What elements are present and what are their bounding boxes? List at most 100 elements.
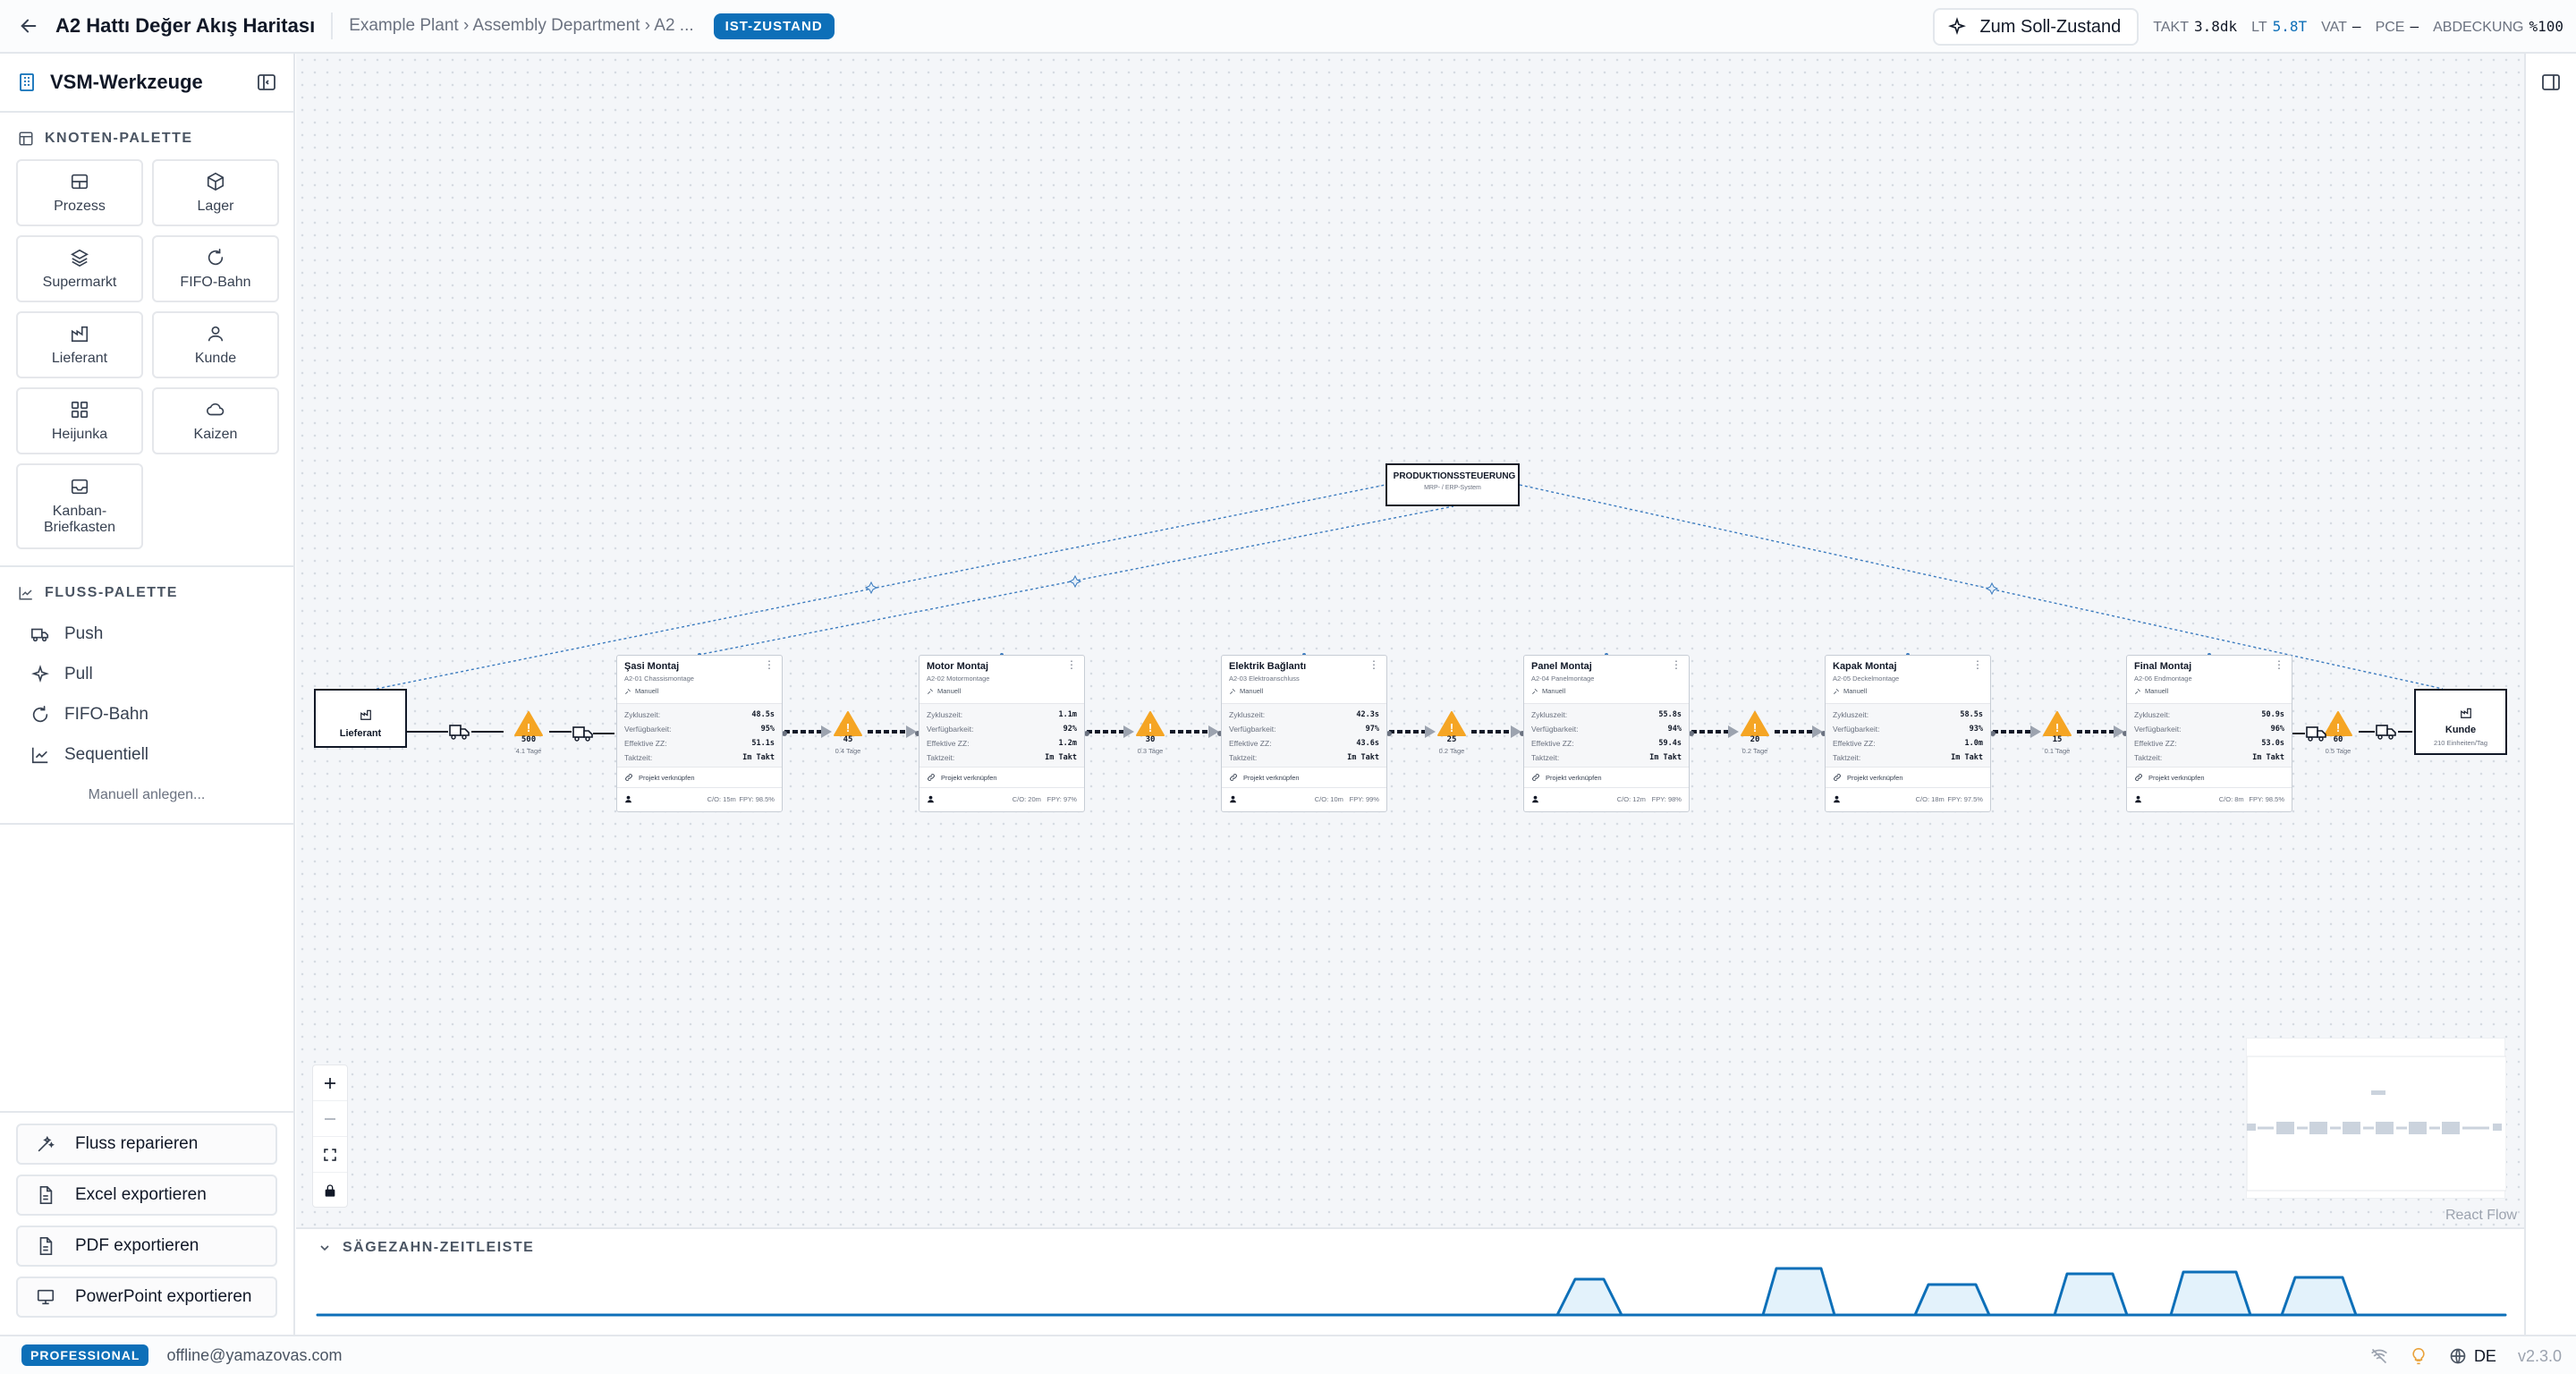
process-code: A2-06 Endmontage — [2134, 674, 2192, 683]
inventory-label: 15 0.1 Tage — [2030, 735, 2084, 755]
metric-pce: PCE — — [2375, 18, 2419, 35]
process-menu-icon[interactable]: ⋮ — [1368, 659, 1379, 670]
process-card[interactable]: Elektrik Bağlantı A2-03 Elektroanschluss… — [1221, 655, 1387, 812]
plan-badge: PROFESSIONAL — [21, 1344, 149, 1366]
inventory-qty: 15 — [2052, 735, 2063, 744]
process-name: Şasi Montaj — [624, 661, 680, 672]
stat-cycle: Zykluszeit: 58.5s — [1833, 710, 1983, 719]
truck-icon — [460, 728, 470, 736]
process-header: Elektrik Bağlantı A2-03 Elektroanschluss… — [1222, 656, 1386, 704]
building-icon — [20, 73, 34, 91]
inventory-days: 0.3 Tage — [1137, 747, 1164, 755]
process-menu-icon[interactable]: ⋮ — [2274, 659, 2284, 670]
offline-icon[interactable] — [2370, 1347, 2388, 1365]
link-project-button[interactable]: Projekt verknüpfen — [1222, 767, 1386, 788]
inbox-icon — [71, 479, 89, 495]
process-stats: Zykluszeit: 55.8s Verfügbarkeit: 94% Effek… — [1524, 704, 1689, 767]
target-state-button[interactable]: Zum Soll-Zustand — [1933, 8, 2140, 46]
process-menu-icon[interactable]: ⋮ — [1972, 659, 1983, 670]
sidebar-collapse-button[interactable] — [256, 72, 277, 93]
operator-icon — [625, 795, 631, 802]
factory-icon — [2461, 708, 2471, 718]
process-menu-icon[interactable]: ⋮ — [1671, 659, 1682, 670]
stat-takt: Taktzeit: Im Takt — [1531, 753, 1682, 762]
palette-process[interactable]: Prozess — [16, 159, 143, 226]
supplier-label: Lieferant — [339, 728, 382, 739]
process-tag: Manuell — [927, 687, 1077, 695]
export-excel-button[interactable]: Excel exportieren — [16, 1175, 277, 1216]
palette-inventory[interactable]: Lager — [152, 159, 279, 226]
flow-sequential[interactable]: Sequentiell — [30, 734, 263, 775]
first-pass-yield: FPY: 97% — [1046, 794, 1077, 803]
flow-push[interactable]: Push — [30, 614, 263, 654]
arrow-left-icon — [21, 19, 37, 33]
process-card[interactable]: Kapak Montaj A2-05 Deckelmontage Manuell… — [1825, 655, 1991, 812]
stat-cycle: Zykluszeit: 55.8s — [1531, 710, 1682, 719]
link-project-button[interactable]: Projekt verknüpfen — [1826, 767, 1990, 788]
operator-icon — [1230, 795, 1236, 802]
palette-customer[interactable]: Kunde — [152, 311, 279, 378]
changeover-time: C/O: 12m — [1616, 794, 1646, 803]
first-pass-yield: FPY: 99% — [1349, 794, 1379, 803]
link-icon — [625, 774, 632, 781]
breadcrumb[interactable]: Example Plant › Assembly Department › A2… — [349, 16, 693, 36]
metric-vat: VAT — — [2321, 18, 2361, 35]
process-stats: Zykluszeit: 50.9s Verfügbarkeit: 96% Effek… — [2127, 704, 2292, 767]
process-footer: C/O: 8m FPY: 98.5% — [2127, 788, 2292, 810]
flow-palette: Push Pull FIFO-Bahn Sequentiell — [0, 614, 293, 775]
truck-icon — [2386, 728, 2396, 736]
link-icon — [1834, 774, 1841, 781]
process-card[interactable]: Panel Montaj A2-04 Panelmontage Manuell … — [1523, 655, 1690, 812]
minimap-view — [2247, 1056, 2506, 1192]
flow-pull[interactable]: Pull — [30, 654, 263, 694]
process-name: Panel Montaj — [1531, 661, 1592, 672]
back-button[interactable] — [11, 8, 47, 44]
stat-effective: Effektive ZZ: 51.1s — [624, 739, 775, 748]
lock-icon — [325, 1184, 335, 1197]
fit-view-button[interactable] — [313, 1137, 347, 1173]
palette-supplier[interactable]: Lieferant — [16, 311, 143, 378]
manual-create-link[interactable]: Manuell anlegen... — [0, 787, 293, 803]
process-code: A2-03 Elektroanschluss — [1229, 674, 1300, 683]
changeover-time: C/O: 15m — [707, 794, 736, 803]
map-title: A2 Hattı Değer Akış Haritası — [55, 14, 316, 37]
process-menu-icon[interactable]: ⋮ — [1066, 659, 1077, 670]
lock-button[interactable] — [313, 1173, 347, 1209]
minimap[interactable] — [2246, 1038, 2506, 1199]
flow-canvas[interactable]: !!!!!!! PRODUKTIONSSTEUERUNG MRP- / ERP-… — [296, 54, 2524, 1227]
zoom-in-button[interactable] — [313, 1065, 347, 1101]
process-card[interactable]: Motor Montaj A2-02 Motormontage Manuell … — [919, 655, 1085, 812]
metric-takt: TAKT 3.8dk — [2153, 18, 2238, 35]
repair-flow-button[interactable]: Fluss reparieren — [16, 1124, 277, 1165]
link-project-button[interactable]: Projekt verknüpfen — [1524, 767, 1689, 788]
link-project-button[interactable]: Projekt verknüpfen — [919, 767, 1084, 788]
supplier-node[interactable]: Lieferant — [314, 689, 407, 748]
right-panel-toggle[interactable] — [2540, 72, 2562, 93]
zoom-out-button[interactable] — [313, 1101, 347, 1137]
link-project-button[interactable]: Projekt verknüpfen — [617, 767, 782, 788]
process-code: A2-04 Panelmontage — [1531, 674, 1595, 683]
metrics-bar: TAKT 3.8dk LT 5.8T VAT — PCE — ABDECKUNG %100 — [2153, 18, 2563, 36]
process-code: A2-05 Deckelmontage — [1833, 674, 1900, 683]
first-pass-yield: FPY: 98.5% — [2249, 794, 2284, 803]
palette-heijunka[interactable]: Heijunka — [16, 387, 143, 454]
customer-node[interactable]: Kunde 210 Einheiten/Tag — [2414, 689, 2507, 755]
process-card[interactable]: Final Montaj A2-06 Endmontage Manuell ⋮ … — [2126, 655, 2292, 812]
app-version: v2.3.0 — [2517, 1346, 2562, 1365]
link-project-button[interactable]: Projekt verknüpfen — [2127, 767, 2292, 788]
language-switch[interactable]: DE — [2449, 1347, 2496, 1366]
palette-kanban-post[interactable]: Kanban-Briefkasten — [16, 463, 143, 549]
react-flow-attribution[interactable]: React Flow — [2445, 1208, 2517, 1224]
process-menu-icon[interactable]: ⋮ — [764, 659, 775, 670]
flow-fifo[interactable]: FIFO-Bahn — [30, 694, 263, 734]
export-pdf-button[interactable]: PDF exportieren — [16, 1226, 277, 1267]
refresh-icon — [208, 248, 224, 265]
production-control-node[interactable]: PRODUKTIONSSTEUERUNG MRP- / ERP-System — [1385, 463, 1520, 506]
customer-label: Kunde — [2445, 725, 2477, 735]
palette-supermarket[interactable]: Supermarkt — [16, 235, 143, 302]
export-powerpoint-button[interactable]: PowerPoint exportieren — [16, 1276, 277, 1318]
palette-fifo[interactable]: FIFO-Bahn — [152, 235, 279, 302]
palette-kaizen[interactable]: Kaizen — [152, 387, 279, 454]
process-card[interactable]: Şasi Montaj A2-01 Chassismontage Manuell… — [616, 655, 783, 812]
lightbulb-icon[interactable] — [2410, 1347, 2428, 1365]
